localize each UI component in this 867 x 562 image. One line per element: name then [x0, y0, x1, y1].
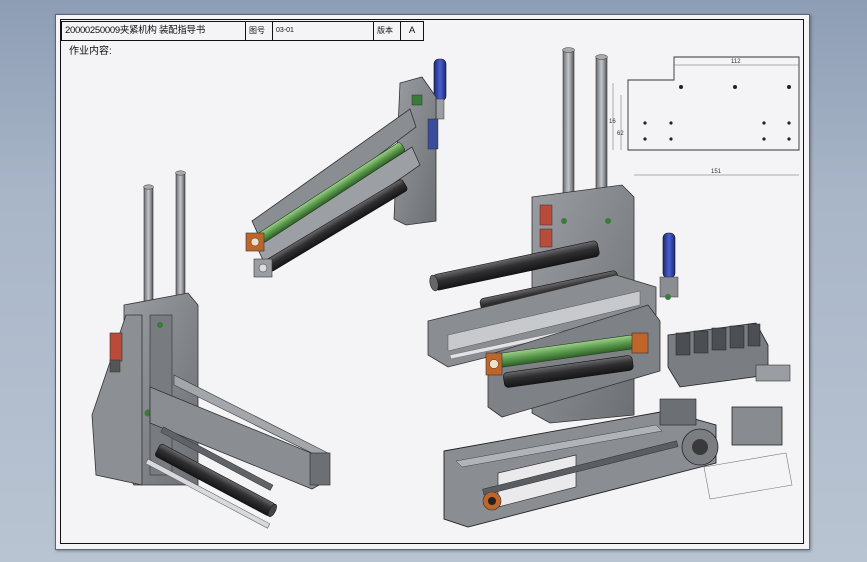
upper-assembly — [245, 58, 447, 278]
dim-width-top: 112 — [731, 59, 741, 65]
dimension-drawing: 112 151 16 62 — [609, 56, 800, 176]
valve-manifold — [667, 322, 791, 388]
drawing-sheet: 20000250009夹紧机构 装配指导书 图号 03-01 版本 A 作业内容… — [55, 14, 810, 550]
dim-height-small: 16 — [609, 119, 616, 125]
dim-width-bottom: 151 — [711, 169, 722, 175]
dim-height-large: 62 — [617, 131, 624, 137]
assembly-illustration: 112 151 16 62 — [91, 47, 800, 529]
